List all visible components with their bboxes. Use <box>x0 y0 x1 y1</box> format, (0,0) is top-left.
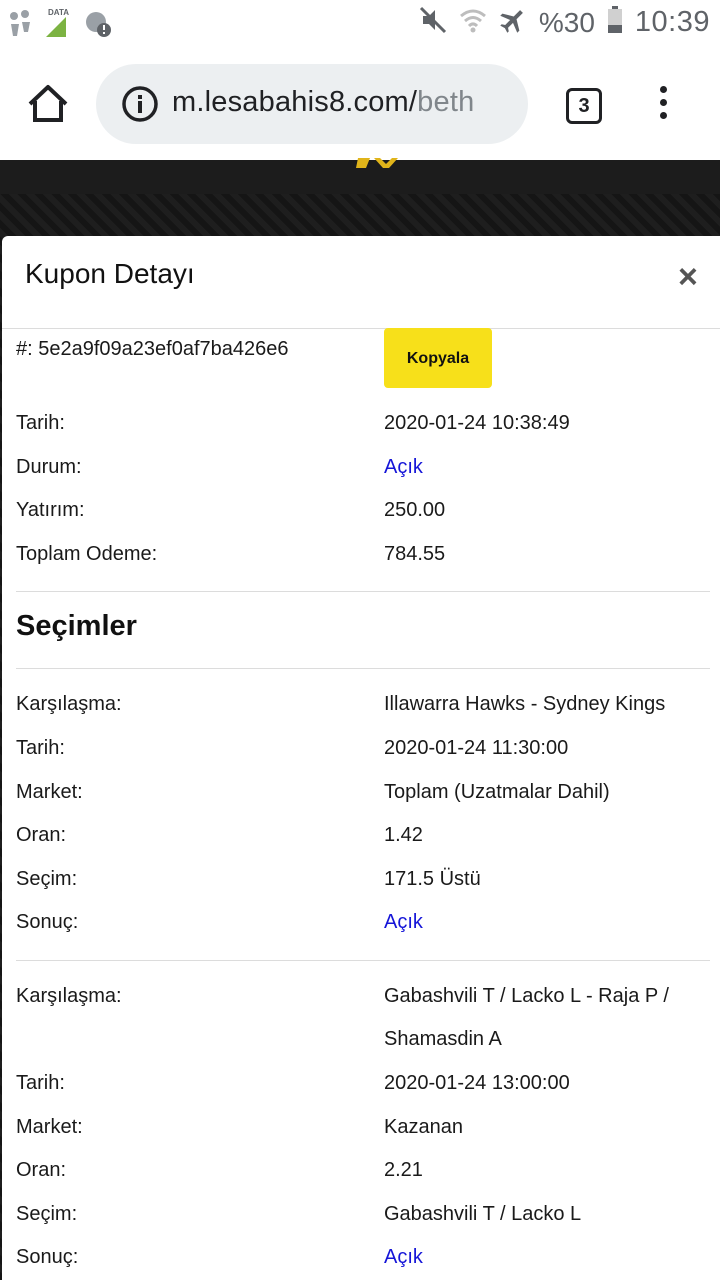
coupon-detail-modal: Kupon Detayı × #: 5e2a9f09a23ef0af7ba426… <box>2 236 720 1280</box>
close-icon[interactable]: × <box>678 260 698 294</box>
market-row: Market: Kazanan <box>16 1106 710 1150</box>
mute-icon <box>419 6 447 39</box>
coupon-id-row: #: 5e2a9f09a23ef0af7ba426e6 Kopyala <box>16 328 710 402</box>
field-label: Karşılaşma: <box>16 693 122 716</box>
result-link[interactable]: Açık <box>384 901 423 945</box>
address-bar[interactable]: m.lesabahis8.com/beth <box>96 64 528 144</box>
url-domain: m.lesabahis8.com/ <box>172 86 418 118</box>
coupon-stake-row: Yatırım: 250.00 <box>16 489 710 533</box>
field-value: 2020-01-24 10:38:49 <box>384 412 570 434</box>
field-label: Market: <box>16 780 83 803</box>
alert-icon <box>84 8 112 43</box>
status-link[interactable]: Açık <box>384 446 423 490</box>
field-label: Tarih: <box>16 412 65 434</box>
selection-block: Karşılaşma: Illawarra Hawks - Sydney Kin… <box>16 683 710 945</box>
home-button[interactable] <box>26 82 70 126</box>
url-text[interactable]: m.lesabahis8.com/beth <box>172 86 474 119</box>
field-value: 171.5 Üstü <box>384 867 481 890</box>
field-label: Sonuç: <box>16 911 79 934</box>
field-label: Yatırım: <box>16 499 85 522</box>
field-label: Tarih: <box>16 1071 65 1094</box>
site-header <box>0 158 720 194</box>
tab-switcher-button[interactable]: 3 <box>566 88 602 124</box>
airplane-mode-icon <box>499 6 527 39</box>
result-link[interactable]: Açık <box>384 1236 423 1280</box>
coupon-total-payout-row: Toplam Odeme: 784.55 <box>16 533 710 577</box>
field-value: Gabashvili T / Lacko L - Raja P / Shamas… <box>384 984 669 1051</box>
coupon-id: #: 5e2a9f09a23ef0af7ba426e6 <box>16 338 289 360</box>
status-bar: DATA %30 10:39 <box>0 0 720 48</box>
battery-icon <box>607 6 623 39</box>
field-label: Market: <box>16 1115 83 1138</box>
field-value: 2020-01-24 11:30:00 <box>384 736 569 759</box>
field-label: Seçim: <box>16 1202 78 1225</box>
pick-row: Seçim: Gabashvili T / Lacko L <box>16 1193 710 1237</box>
result-row: Sonuç: Açık <box>16 1236 710 1280</box>
notification-icon <box>8 8 34 43</box>
match-row: Karşılaşma: Gabashvili T / Lacko L - Raj… <box>16 975 710 1062</box>
site-logo <box>356 158 398 168</box>
battery-percent: %30 <box>538 6 595 38</box>
market-row: Market: Toplam (Uzatmalar Dahil) <box>16 771 710 815</box>
date-row: Tarih: 2020-01-24 13:00:00 <box>16 1062 710 1106</box>
selection-block: Karşılaşma: Gabashvili T / Lacko L - Raj… <box>16 975 710 1280</box>
field-value: Toplam (Uzatmalar Dahil) <box>384 780 610 803</box>
field-label: Tarih: <box>16 736 65 759</box>
clock: 10:39 <box>634 6 710 38</box>
home-icon <box>28 85 68 122</box>
field-label: Oran: <box>16 824 67 847</box>
date-row: Tarih: 2020-01-24 11:30:00 <box>16 727 710 771</box>
match-row: Karşılaşma: Illawarra Hawks - Sydney Kin… <box>16 683 710 727</box>
field-value: 784.55 <box>384 542 446 565</box>
odds-row: Oran: 1.42 <box>16 814 710 858</box>
more-menu-icon[interactable] <box>656 86 670 126</box>
data-signal-icon: DATA <box>44 7 74 41</box>
field-value: 250.00 <box>384 499 446 522</box>
data-label: DATA <box>48 7 70 17</box>
field-label: Durum: <box>16 455 82 478</box>
modal-header: Kupon Detayı × <box>2 236 720 329</box>
browser-toolbar: m.lesabahis8.com/beth 3 <box>0 48 720 160</box>
copy-button[interactable]: Kopyala <box>384 328 492 388</box>
field-label: Sonuç: <box>16 1246 79 1269</box>
field-label: Seçim: <box>16 867 78 890</box>
modal-body: #: 5e2a9f09a23ef0af7ba426e6 Kopyala Tari… <box>16 328 710 1280</box>
odds-row: Oran: 2.21 <box>16 1149 710 1193</box>
field-label: Toplam Odeme: <box>16 542 158 565</box>
url-path: beth <box>417 86 475 118</box>
wifi-icon <box>459 6 487 39</box>
result-row: Sonuç: Açık <box>16 901 710 945</box>
pick-row: Seçim: 171.5 Üstü <box>16 858 710 902</box>
field-label: Karşılaşma: <box>16 984 122 1007</box>
field-value: 1.42 <box>384 824 423 847</box>
field-value: Gabashvili T / Lacko L <box>384 1202 582 1225</box>
field-label: Oran: <box>16 1159 67 1182</box>
coupon-status-row: Durum: Açık <box>16 446 710 490</box>
field-value: Illawarra Hawks - Sydney Kings <box>384 693 666 716</box>
field-value: Kazanan <box>384 1115 463 1138</box>
selections-heading: Seçimler <box>16 610 137 643</box>
coupon-date-row: Tarih: 2020-01-24 10:38:49 <box>16 402 710 446</box>
divider <box>16 959 710 961</box>
info-icon[interactable] <box>120 84 160 124</box>
field-value: 2020-01-24 13:00:00 <box>384 1071 570 1094</box>
modal-title: Kupon Detayı <box>25 258 195 289</box>
divider <box>16 668 710 670</box>
field-value: 2.21 <box>384 1159 423 1182</box>
